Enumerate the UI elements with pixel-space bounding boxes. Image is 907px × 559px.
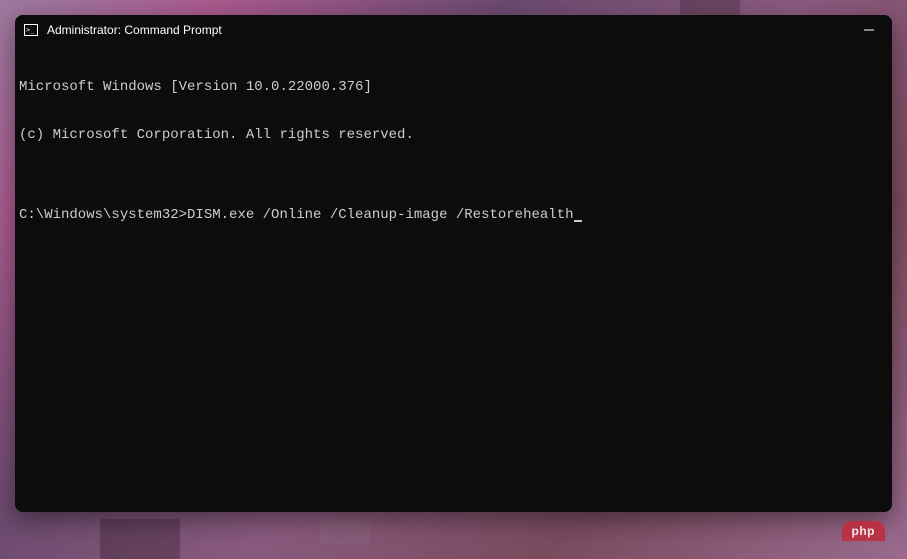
command-prompt-window: >_ Administrator: Command Prompt Microso…: [15, 15, 892, 512]
watermark-badge: php: [842, 521, 886, 541]
desktop-background-shape: [320, 519, 370, 544]
window-controls: [846, 15, 892, 45]
terminal-line-copyright: (c) Microsoft Corporation. All rights re…: [19, 127, 888, 143]
terminal-command: DISM.exe /Online /Cleanup-image /Restore…: [187, 207, 573, 223]
terminal-line-version: Microsoft Windows [Version 10.0.22000.37…: [19, 79, 888, 95]
terminal-output[interactable]: Microsoft Windows [Version 10.0.22000.37…: [15, 45, 892, 512]
terminal-prompt: C:\Windows\system32>: [19, 207, 187, 223]
desktop-background-shape: [100, 519, 180, 559]
svg-text:>_: >_: [26, 26, 35, 34]
command-prompt-icon: >_: [23, 22, 39, 38]
window-title: Administrator: Command Prompt: [47, 23, 222, 37]
minimize-button[interactable]: [846, 15, 892, 45]
terminal-prompt-line: C:\Windows\system32>DISM.exe /Online /Cl…: [19, 207, 888, 223]
titlebar[interactable]: >_ Administrator: Command Prompt: [15, 15, 892, 45]
terminal-cursor: [574, 220, 582, 222]
